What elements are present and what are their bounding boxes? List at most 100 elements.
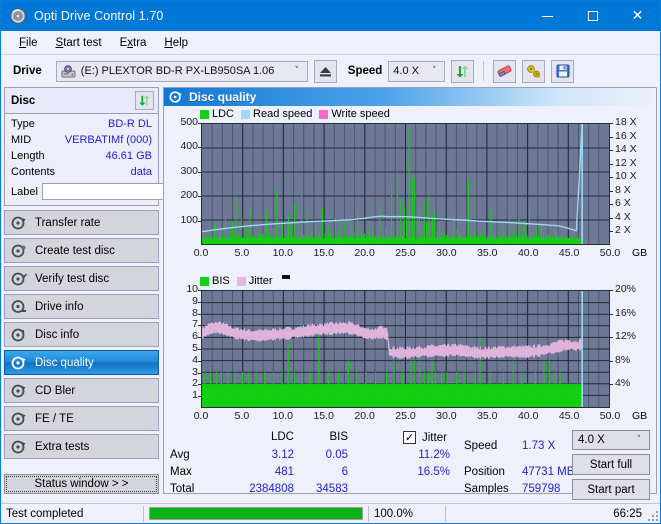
legend-entry-jitter: Jitter <box>236 275 273 287</box>
chart-y2-tick: 4% <box>615 377 631 390</box>
disc-refresh-button[interactable] <box>135 91 154 110</box>
minimize-button[interactable] <box>525 1 570 31</box>
sidebar-item-verify-test-disc[interactable]: Verify test disc <box>4 266 159 291</box>
sidebar-item-disc-info[interactable]: Disc info <box>4 322 159 347</box>
main-body: Disc Type BD-R DL MID VERBATIMf (000) Le… <box>1 87 660 500</box>
menu-help[interactable]: Help <box>155 35 197 51</box>
disc-info-panel: Disc Type BD-R DL MID VERBATIMf (000) Le… <box>4 87 245 206</box>
chart2-legend: BIS Jitter <box>200 275 290 287</box>
eject-button[interactable] <box>313 59 337 83</box>
chart-y2-tickmark <box>610 231 613 233</box>
chart-y2-tickmark <box>610 136 613 138</box>
drive-toolbar: Drive (E:) PLEXTOR BD-R PX-LB950SA 1.06 … <box>1 55 660 87</box>
sidebar-item-drive-info[interactable]: Drive info <box>4 294 159 319</box>
legend-swatch-icon <box>236 276 246 286</box>
chart-x-tick: 30.0 <box>436 247 457 259</box>
legend-label: Write speed <box>331 108 390 120</box>
speed-select-value: 4.0 X <box>393 65 419 77</box>
chart-x-tick: 10.0 <box>272 410 294 422</box>
result-speed-select[interactable]: 4.0 X ˅ <box>572 430 650 450</box>
sidebar-item-label: Drive info <box>35 300 84 313</box>
legend-label: BIS <box>212 275 230 287</box>
sidebar-item-extra-tests[interactable]: Extra tests <box>4 434 159 459</box>
sidebar-item-create-test-disc[interactable]: Create test disc <box>4 238 159 263</box>
refresh-button[interactable] <box>451 59 475 83</box>
maximize-button[interactable] <box>570 1 615 31</box>
chart-x-tick: 40.0 <box>517 410 539 422</box>
menu-start-test[interactable]: Start test <box>47 35 111 51</box>
menu-bar: File Start test Extra Help <box>1 31 660 55</box>
chart-x-tick: 10.0 <box>272 247 294 259</box>
disc-length-value: 46.61 GB <box>105 150 152 162</box>
stats-speed-value: 1.73 X <box>522 440 556 452</box>
chart-x-tick: 20.0 <box>354 410 375 422</box>
chart-y-tickmark <box>198 290 201 291</box>
chevron-down-icon[interactable]: ˅ <box>426 66 442 76</box>
sidebar-item-label: Transfer rate <box>35 216 101 229</box>
content-title: Disc quality <box>189 90 257 104</box>
chart-y2-tickmark <box>610 190 613 192</box>
jitter-checkbox[interactable]: ✓ <box>403 431 416 444</box>
stats-jitter-max: 16.5% <box>417 466 450 478</box>
legend-swatch-icon <box>241 109 251 119</box>
chart-y2-tick: 20% <box>615 283 637 295</box>
save-button[interactable] <box>551 59 575 83</box>
chart-y-tickmark <box>198 301 201 303</box>
start-part-button[interactable]: Start part <box>572 479 650 500</box>
chart-y2-tickmark <box>610 384 613 386</box>
stats-col-jitter: Jitter <box>422 432 447 444</box>
chart-y2-tick: 6 X <box>615 197 631 210</box>
status-window-button[interactable]: Status window > > <box>4 474 159 494</box>
menu-file[interactable]: File <box>10 35 47 51</box>
disc-info-icon <box>11 327 27 343</box>
stats-row-avg: Avg <box>170 449 190 461</box>
chevron-down-icon[interactable]: ˅ <box>289 66 305 76</box>
sidebar-item-transfer-rate[interactable]: Transfer rate <box>4 210 159 235</box>
chart-y2-tickmark <box>610 337 613 339</box>
chart1-legend: LDC Read speed Write speed <box>200 108 393 120</box>
menu-extra[interactable]: Extra <box>111 35 156 51</box>
chart-y-tick: 300 <box>180 164 198 177</box>
chart-y-tick: 200 <box>180 189 198 202</box>
stats-samples-label: Samples <box>464 483 509 495</box>
stats-samples-value: 759798 <box>522 483 561 495</box>
speed-select[interactable]: 4.0 X ˅ <box>388 60 446 82</box>
legend-swatch-icon <box>200 276 209 286</box>
nav-list: Transfer rate Create test disc Verify te… <box>4 210 159 459</box>
chart-y-tickmark <box>198 337 201 339</box>
chart-y-tickmark <box>198 349 201 350</box>
window-title: Opti Drive Control 1.70 <box>34 9 164 23</box>
disc-panel-header: Disc <box>5 88 158 114</box>
chevron-down-icon[interactable]: ˅ <box>631 435 647 445</box>
chart-y2-tick: 14 X <box>615 143 637 156</box>
disc-quality-ldc-chart: LDC Read speed Write speed 100 200 300 400 500… <box>164 106 656 274</box>
chart-y2-tick: 16 X <box>615 129 637 142</box>
chart-y-tick: 8 <box>192 306 198 319</box>
legend-marker-icon <box>281 275 290 279</box>
stats-ldc-avg: 3.12 <box>271 449 294 461</box>
disc-row-type: Type BD-R DL <box>11 117 152 132</box>
chart-x-tick: 5.0 <box>234 247 250 259</box>
close-button[interactable]: ✕ <box>615 1 660 31</box>
legend-swatch-icon <box>200 109 209 119</box>
sidebar-item-disc-quality[interactable]: Disc quality <box>4 350 159 375</box>
stats-speed-label: Speed <box>464 440 498 452</box>
chart-y-tickmark <box>198 360 201 362</box>
resize-grip-icon[interactable] <box>648 511 658 521</box>
sidebar-item-cd-bler[interactable]: CD Bler <box>4 378 159 403</box>
app-disc-icon <box>10 8 26 24</box>
disc-properties: Type BD-R DL MID VERBATIMf (000) Length … <box>5 114 245 205</box>
chart-y2-tickmark <box>610 217 613 219</box>
disc-contents-key: Contents <box>11 166 56 178</box>
tools-button[interactable] <box>522 59 546 83</box>
chart-y-tickmark <box>198 372 201 374</box>
menu-extra-rest: tra <box>133 36 147 49</box>
stats-bis-max: 6 <box>341 466 348 478</box>
chart-y2-tick: 8 X <box>615 183 631 196</box>
drive-icon <box>61 64 76 78</box>
erase-button[interactable] <box>493 59 517 83</box>
start-full-button[interactable]: Start full <box>572 454 650 475</box>
drive-select[interactable]: (E:) PLEXTOR BD-R PX-LB950SA 1.06 ˅ <box>55 60 308 82</box>
sidebar-item-fe-te[interactable]: FE / TE <box>4 406 159 431</box>
menu-help-rest: elp <box>172 36 189 49</box>
